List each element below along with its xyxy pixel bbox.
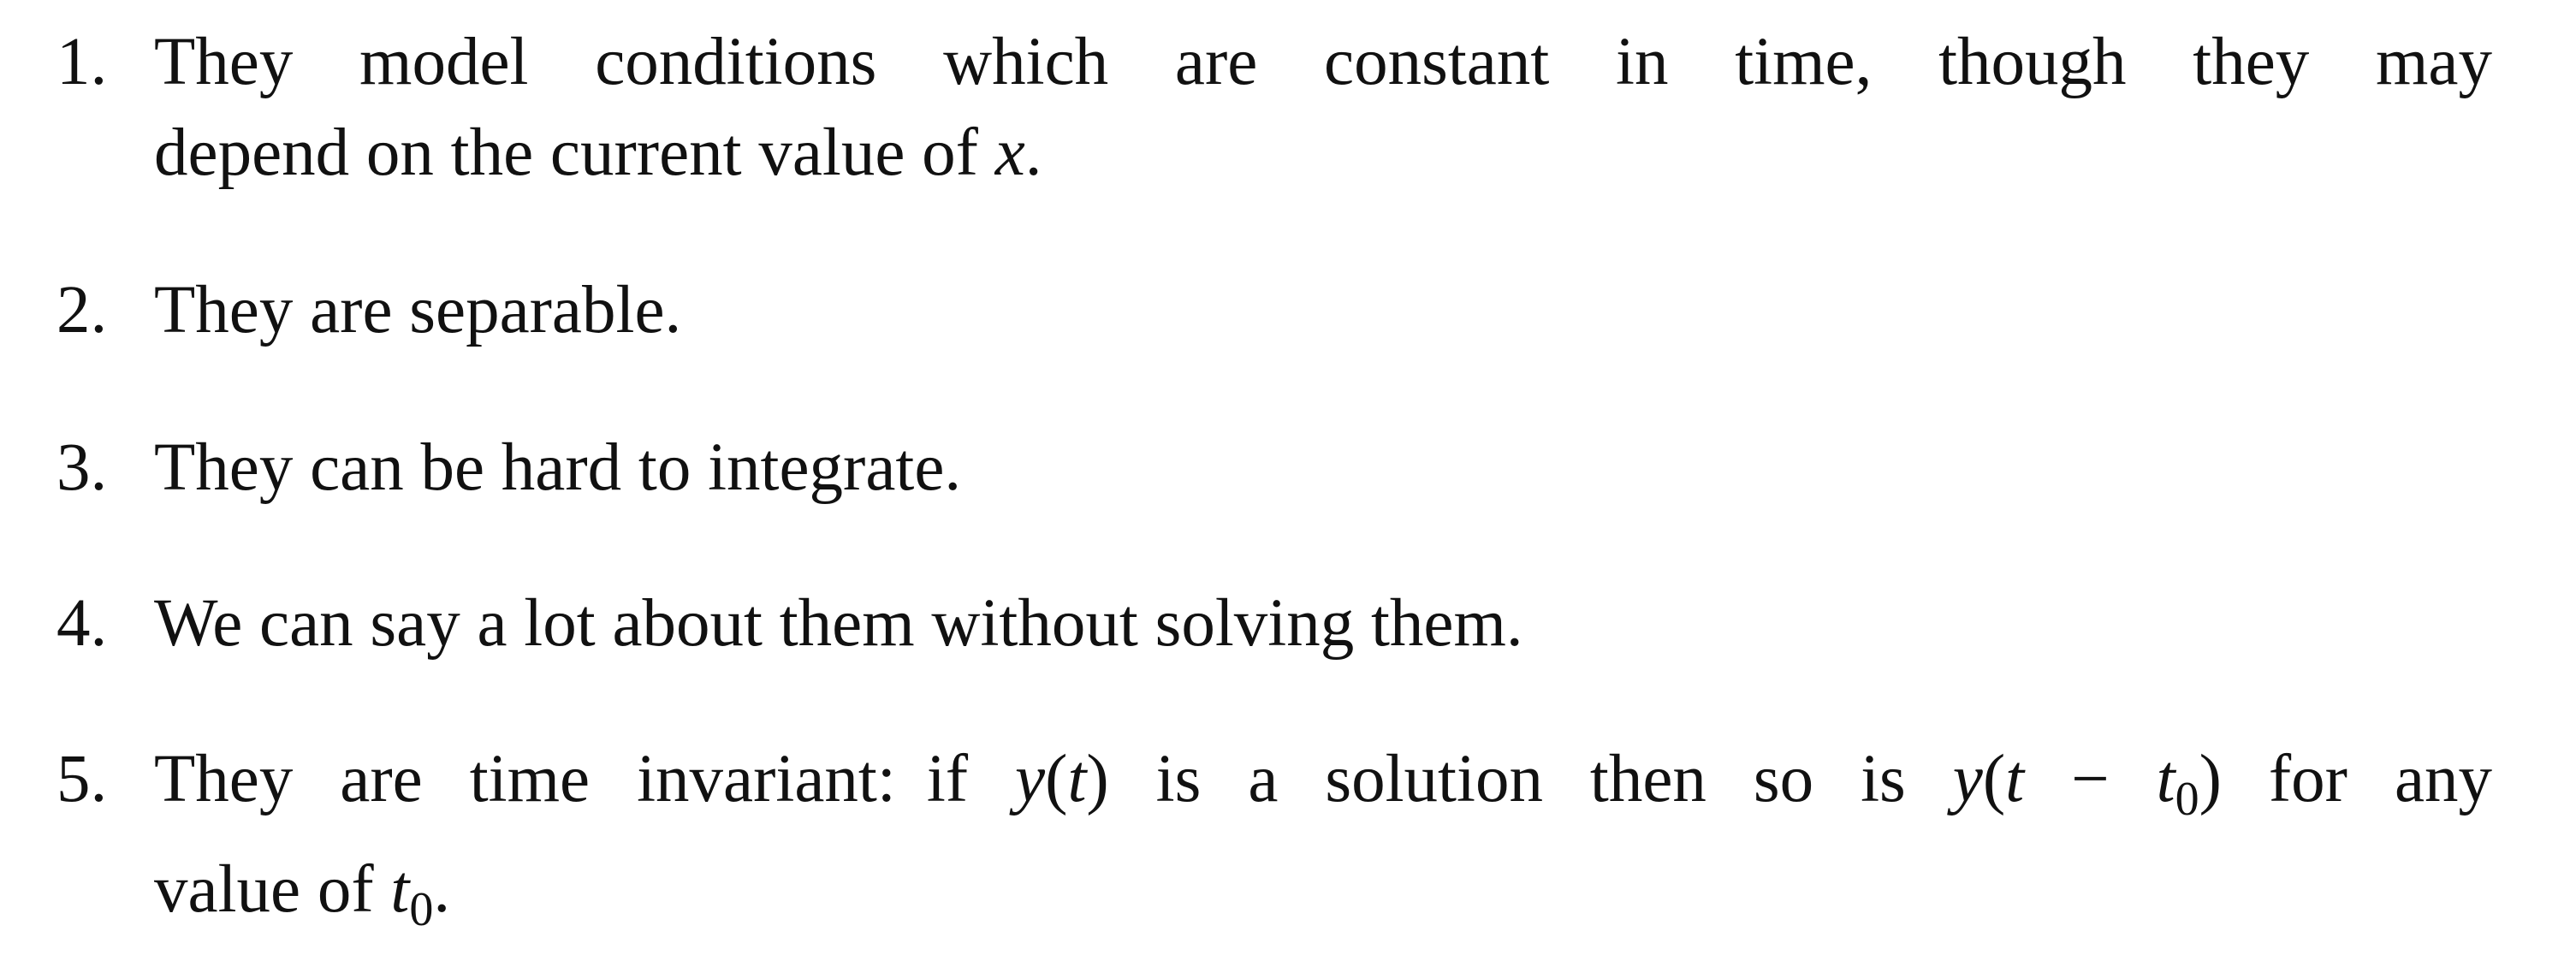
item-line-1: They model conditions which are constant… xyxy=(154,25,2492,99)
item-number: 1. xyxy=(56,25,108,99)
item-line-1: They are time invariant: if y(t) is a sol… xyxy=(154,742,2493,826)
item-number: 4. xyxy=(56,586,108,661)
item-text: They are separable. xyxy=(154,273,682,347)
math-variable-x: x xyxy=(994,116,1025,190)
item-line-2: value of t0. xyxy=(154,852,451,936)
item-number: 3. xyxy=(56,430,108,505)
numbered-list: 1. They model conditions which are const… xyxy=(0,0,2576,936)
item-number: 2. xyxy=(56,273,108,347)
item-text: We can say a lot about them without solv… xyxy=(154,586,1523,661)
item-text: They can be hard to integrate. xyxy=(154,430,962,505)
item-line-2: depend on the current value of x. xyxy=(154,116,1042,190)
item-text: They model conditions which are constant… xyxy=(154,17,2492,199)
item-text: They are time invariant: if y(t) is a sol… xyxy=(154,734,2492,955)
item-number: 5. xyxy=(56,742,108,816)
